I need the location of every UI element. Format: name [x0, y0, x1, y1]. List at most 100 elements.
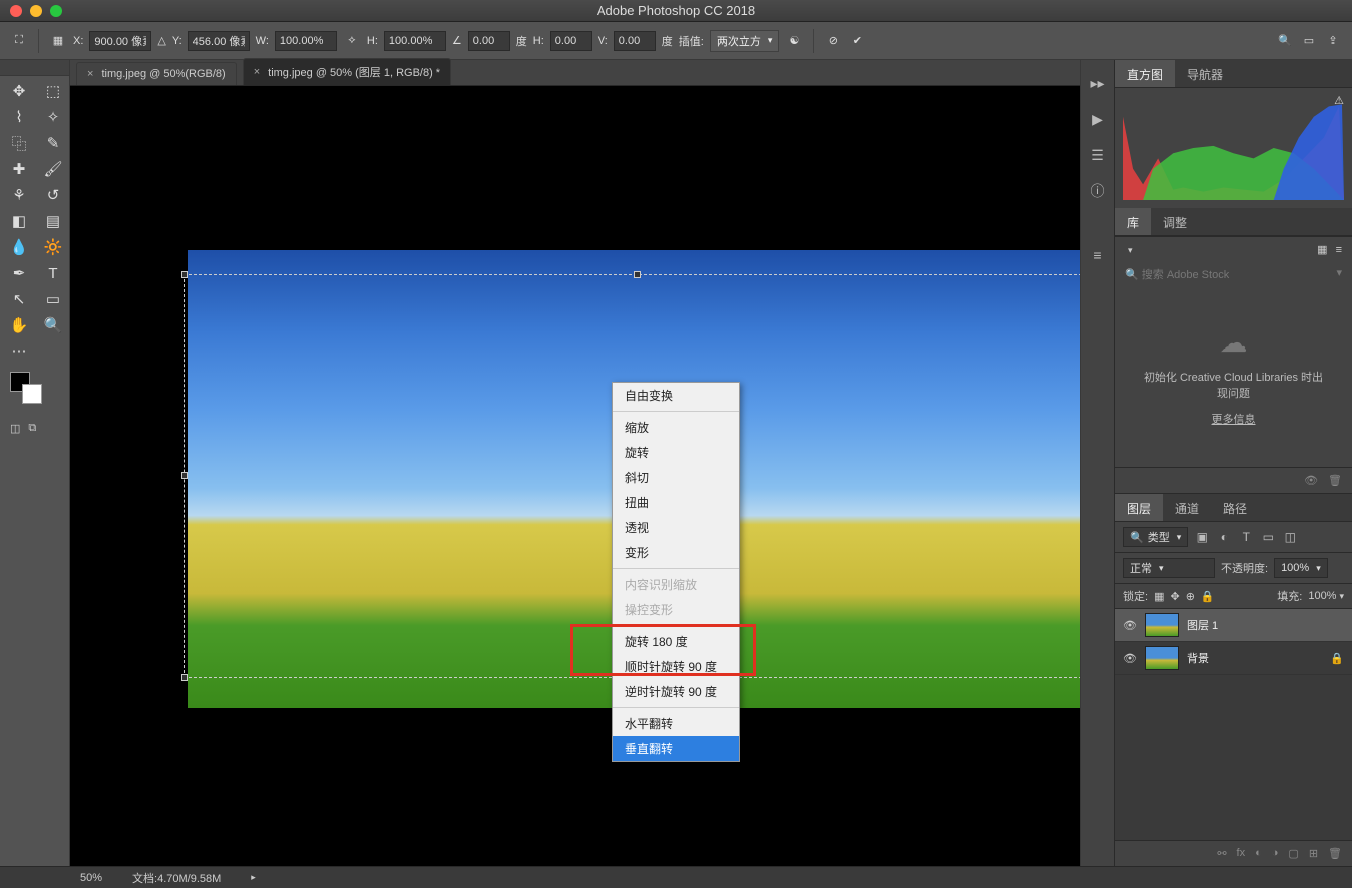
layer-row[interactable]: 👁 图层 1 — [1115, 609, 1352, 642]
brush-tool[interactable]: 🖌 — [37, 157, 69, 181]
magic-wand-tool[interactable]: ✧ — [37, 105, 69, 129]
menu-item-warp[interactable]: 变形 — [613, 540, 739, 565]
shape-tool[interactable]: ▭ — [37, 287, 69, 311]
layer-visibility-icon[interactable]: 👁 — [1123, 619, 1137, 632]
transform-handle[interactable] — [181, 674, 188, 681]
x-input[interactable] — [89, 31, 151, 51]
layer-visibility-icon[interactable]: 👁 — [1123, 652, 1137, 665]
skew-v-input[interactable] — [614, 31, 656, 51]
layer-thumbnail[interactable] — [1145, 646, 1179, 670]
tab-navigator[interactable]: 导航器 — [1175, 60, 1235, 87]
move-tool[interactable]: ✥ — [3, 79, 35, 103]
menu-item-distort[interactable]: 扭曲 — [613, 490, 739, 515]
histogram-warning-icon[interactable]: ⚠ — [1334, 94, 1344, 107]
gradient-tool[interactable]: ▤ — [37, 209, 69, 233]
hand-tool[interactable]: ✋ — [3, 313, 35, 337]
reference-point-icon[interactable]: ▦ — [49, 32, 67, 50]
color-panel-icon[interactable]: ▸▸ — [1087, 72, 1109, 94]
quick-mask-icon[interactable]: ◫ — [10, 422, 20, 435]
commit-transform-icon[interactable]: ✔ — [848, 32, 866, 50]
close-tab-icon[interactable]: × — [87, 68, 93, 80]
pen-tool[interactable]: ✒ — [3, 261, 35, 285]
transform-tool-icon[interactable]: ⛶ — [10, 32, 28, 50]
tab-layers[interactable]: 图层 — [1115, 494, 1163, 521]
blur-tool[interactable]: 💧 — [3, 235, 35, 259]
new-fill-icon[interactable]: ◑ — [1272, 847, 1279, 860]
tab-paths[interactable]: 路径 — [1211, 494, 1259, 521]
document-tab-1[interactable]: ×timg.jpeg @ 50%(RGB/8) — [76, 62, 237, 85]
type-tool[interactable]: T — [37, 261, 69, 285]
dodge-tool[interactable]: 🔆 — [37, 235, 69, 259]
library-search[interactable]: 🔍 搜索 Adobe Stock▾ — [1115, 262, 1352, 286]
lib-delete-icon[interactable]: 🗑 — [1328, 474, 1342, 487]
opacity-input[interactable]: 100% — [1274, 558, 1328, 578]
menu-item-rotate[interactable]: 旋转 — [613, 440, 739, 465]
cancel-transform-icon[interactable]: ⊘ — [824, 32, 842, 50]
search-icon[interactable]: 🔍 — [1276, 32, 1294, 50]
marquee-tool[interactable]: ⬚ — [37, 79, 69, 103]
zoom-tool[interactable]: 🔍 — [37, 313, 69, 337]
new-layer-icon[interactable]: ⊞ — [1309, 847, 1318, 860]
workspace-icon[interactable]: ▭ — [1300, 32, 1318, 50]
tab-channels[interactable]: 通道 — [1163, 494, 1211, 521]
transform-handle[interactable] — [181, 472, 188, 479]
filter-adjust-icon[interactable]: ◐ — [1216, 529, 1232, 545]
layer-thumbnail[interactable] — [1145, 613, 1179, 637]
menu-item-flip-horizontal[interactable]: 水平翻转 — [613, 711, 739, 736]
path-select-tool[interactable]: ↖ — [3, 287, 35, 311]
document-tab-2[interactable]: ×timg.jpeg @ 50% (图层 1, RGB/8) * — [243, 58, 451, 85]
more-tool[interactable]: ⋯ — [3, 339, 35, 363]
skew-h-input[interactable] — [550, 31, 592, 51]
link-icon[interactable]: ⟡ — [343, 32, 361, 50]
h-input[interactable] — [384, 31, 446, 51]
library-dropdown[interactable] — [1125, 244, 1309, 256]
tab-adjustments[interactable]: 调整 — [1151, 208, 1199, 235]
canvas-area[interactable]: 自由变换 缩放 旋转 斜切 扭曲 透视 变形 内容识别缩放 操控变形 旋转 18… — [70, 86, 1080, 866]
warp-icon[interactable]: ☯ — [785, 32, 803, 50]
menu-item-free-transform[interactable]: 自由变换 — [613, 383, 739, 408]
blend-mode-dropdown[interactable]: 正常 — [1123, 558, 1215, 578]
tab-histogram[interactable]: 直方图 — [1115, 60, 1175, 87]
link-layers-icon[interactable]: ⚯ — [1217, 847, 1226, 860]
info-panel-icon[interactable]: ⓘ — [1087, 180, 1109, 202]
screen-mode-icon[interactable]: ⧉ — [28, 422, 36, 435]
angle-input[interactable] — [468, 31, 510, 51]
layer-style-icon[interactable]: fx — [1237, 847, 1246, 860]
more-info-link[interactable]: 更多信息 — [1127, 411, 1340, 427]
list-view-icon[interactable]: ≡ — [1336, 244, 1342, 256]
brush-panel-icon[interactable]: ☰ — [1087, 144, 1109, 166]
filter-type-icon[interactable]: T — [1238, 529, 1254, 545]
lib-visibility-icon[interactable]: 👁 — [1304, 474, 1318, 487]
layer-mask-icon[interactable]: ◐ — [1255, 847, 1262, 860]
menu-item-scale[interactable]: 缩放 — [613, 415, 739, 440]
interpolation-dropdown[interactable]: 两次立方 — [710, 30, 780, 52]
play-panel-icon[interactable]: ▶ — [1087, 108, 1109, 130]
fill-input[interactable]: 100% — [1308, 590, 1344, 602]
lock-pixels-icon[interactable]: ▦ — [1154, 590, 1164, 603]
crop-tool[interactable]: ⿻ — [3, 131, 35, 155]
history-brush-tool[interactable]: ↺ — [37, 183, 69, 207]
layer-row[interactable]: 👁 背景 🔒 — [1115, 642, 1352, 675]
transform-handle[interactable] — [634, 271, 641, 278]
filter-shape-icon[interactable]: ▭ — [1260, 529, 1276, 545]
background-swatch[interactable] — [22, 384, 42, 404]
share-icon[interactable]: ⇪ — [1324, 32, 1342, 50]
menu-item-rotate-ccw[interactable]: 逆时针旋转 90 度 — [613, 679, 739, 704]
tab-library[interactable]: 库 — [1115, 208, 1151, 235]
y-input[interactable] — [188, 31, 250, 51]
menu-item-perspective[interactable]: 透视 — [613, 515, 739, 540]
stamp-tool[interactable]: ⚘ — [3, 183, 35, 207]
history-panel-icon[interactable]: ≡ — [1087, 244, 1109, 266]
document-info[interactable]: 文档:4.70M/9.58M — [132, 870, 221, 886]
lock-all-icon[interactable]: 🔒 — [1201, 590, 1215, 603]
lock-artboard-icon[interactable]: ⊕ — [1186, 590, 1195, 603]
eraser-tool[interactable]: ◧ — [3, 209, 35, 233]
healing-tool[interactable]: ✚ — [3, 157, 35, 181]
grid-view-icon[interactable]: ▦ — [1317, 243, 1327, 256]
eyedropper-tool[interactable]: ✎ — [37, 131, 69, 155]
filter-smart-icon[interactable]: ◫ — [1282, 529, 1298, 545]
delete-layer-icon[interactable]: 🗑 — [1328, 847, 1342, 860]
close-tab-icon[interactable]: × — [254, 66, 260, 78]
menu-item-skew[interactable]: 斜切 — [613, 465, 739, 490]
lock-position-icon[interactable]: ✥ — [1170, 590, 1179, 603]
